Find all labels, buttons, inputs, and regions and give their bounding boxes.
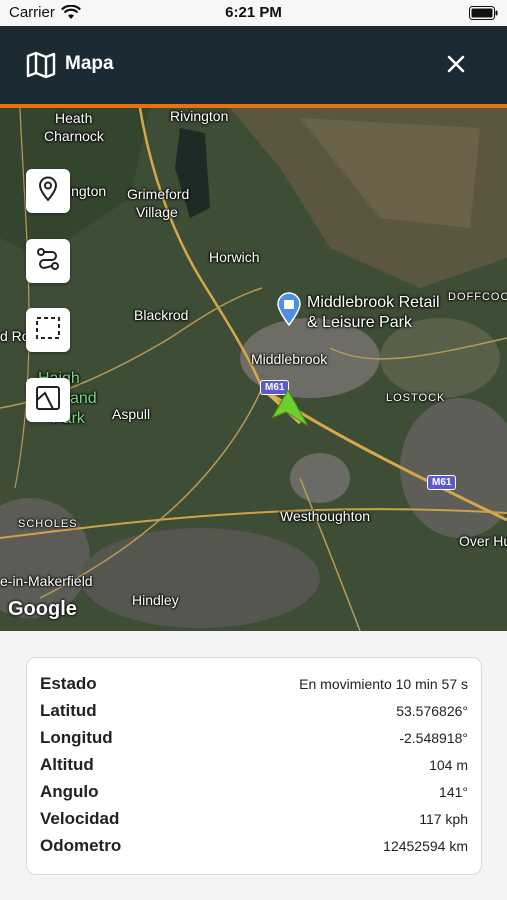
map-label: & Leisure Park bbox=[307, 314, 412, 331]
map-label: and bbox=[70, 390, 97, 407]
google-logo: Google bbox=[8, 598, 77, 620]
select-area-icon bbox=[35, 316, 61, 345]
info-value: 117 kph bbox=[419, 811, 468, 827]
vehicle-arrow-icon bbox=[268, 388, 310, 435]
map-label: Heath bbox=[55, 110, 93, 126]
info-row-odometro: Odometro 12452594 km bbox=[40, 836, 468, 858]
vehicle-info-card: Estado En movimiento 10 min 57 s Latitud… bbox=[26, 657, 482, 875]
info-value: 12452594 km bbox=[383, 838, 468, 854]
layers-button[interactable] bbox=[26, 378, 70, 422]
info-row-velocidad: Velocidad 117 kph bbox=[40, 809, 468, 831]
info-row-estado: Estado En movimiento 10 min 57 s bbox=[40, 674, 468, 696]
map-view[interactable]: Heath Charnock Rivington ington Grimefor… bbox=[0, 108, 507, 631]
map-label: Charnock bbox=[44, 128, 104, 144]
map-label: ington bbox=[68, 183, 107, 199]
info-label: Angulo bbox=[40, 782, 99, 801]
info-row-latitud: Latitud 53.576826° bbox=[40, 701, 468, 723]
info-row-longitud: Longitud -2.548918° bbox=[40, 728, 468, 750]
page-title: Mapa bbox=[65, 53, 114, 74]
info-value: 104 m bbox=[429, 757, 468, 773]
map-label: Village bbox=[136, 204, 178, 220]
map-label: Grimeford bbox=[127, 186, 190, 202]
info-label: Estado bbox=[40, 674, 97, 693]
map-label: e-in-Makerfield bbox=[0, 573, 93, 589]
info-value: 141° bbox=[439, 784, 468, 800]
info-value: En movimiento 10 min 57 s bbox=[299, 676, 468, 692]
map-label: Blackrod bbox=[134, 307, 189, 323]
retail-place-pin-icon[interactable] bbox=[277, 292, 301, 331]
map-label: Middlebrook Retail bbox=[307, 294, 440, 311]
map-label: Aspull bbox=[112, 406, 151, 422]
map-label: DOFFCOC bbox=[448, 291, 507, 303]
info-value: 53.576826° bbox=[396, 703, 468, 719]
info-label: Velocidad bbox=[40, 809, 120, 828]
clock: 6:21 PM bbox=[225, 4, 282, 21]
motorway-badge: M61 bbox=[427, 475, 457, 490]
route-button[interactable] bbox=[26, 239, 70, 283]
layers-icon bbox=[35, 385, 61, 416]
map-label: SCHOLES bbox=[18, 518, 78, 530]
map-label: Over Hu bbox=[459, 533, 507, 549]
header-bar: Mapa bbox=[0, 26, 507, 108]
battery-icon bbox=[469, 6, 499, 24]
info-row-altitud: Altitud 104 m bbox=[40, 755, 468, 777]
info-label: Latitud bbox=[40, 701, 97, 720]
map-label: Hindley bbox=[132, 592, 179, 608]
map-label: Middlebrook bbox=[251, 351, 328, 367]
close-icon[interactable] bbox=[445, 53, 467, 80]
location-pin-button[interactable] bbox=[26, 169, 70, 213]
info-value: -2.548918° bbox=[399, 730, 468, 746]
status-bar: Carrier 6:21 PM bbox=[0, 0, 507, 26]
select-area-button[interactable] bbox=[26, 308, 70, 352]
map-label: Westhoughton bbox=[280, 508, 371, 524]
info-label: Odometro bbox=[40, 836, 122, 855]
map-label: Horwich bbox=[209, 249, 260, 265]
route-icon bbox=[34, 245, 62, 278]
info-label: Altitud bbox=[40, 755, 94, 774]
info-row-angulo: Angulo 141° bbox=[40, 782, 468, 804]
map-label: Rivington bbox=[170, 108, 229, 124]
location-pin-icon bbox=[37, 176, 59, 207]
map-icon bbox=[26, 51, 56, 84]
map-label: LOSTOCK bbox=[386, 392, 446, 404]
info-label: Longitud bbox=[40, 728, 113, 747]
